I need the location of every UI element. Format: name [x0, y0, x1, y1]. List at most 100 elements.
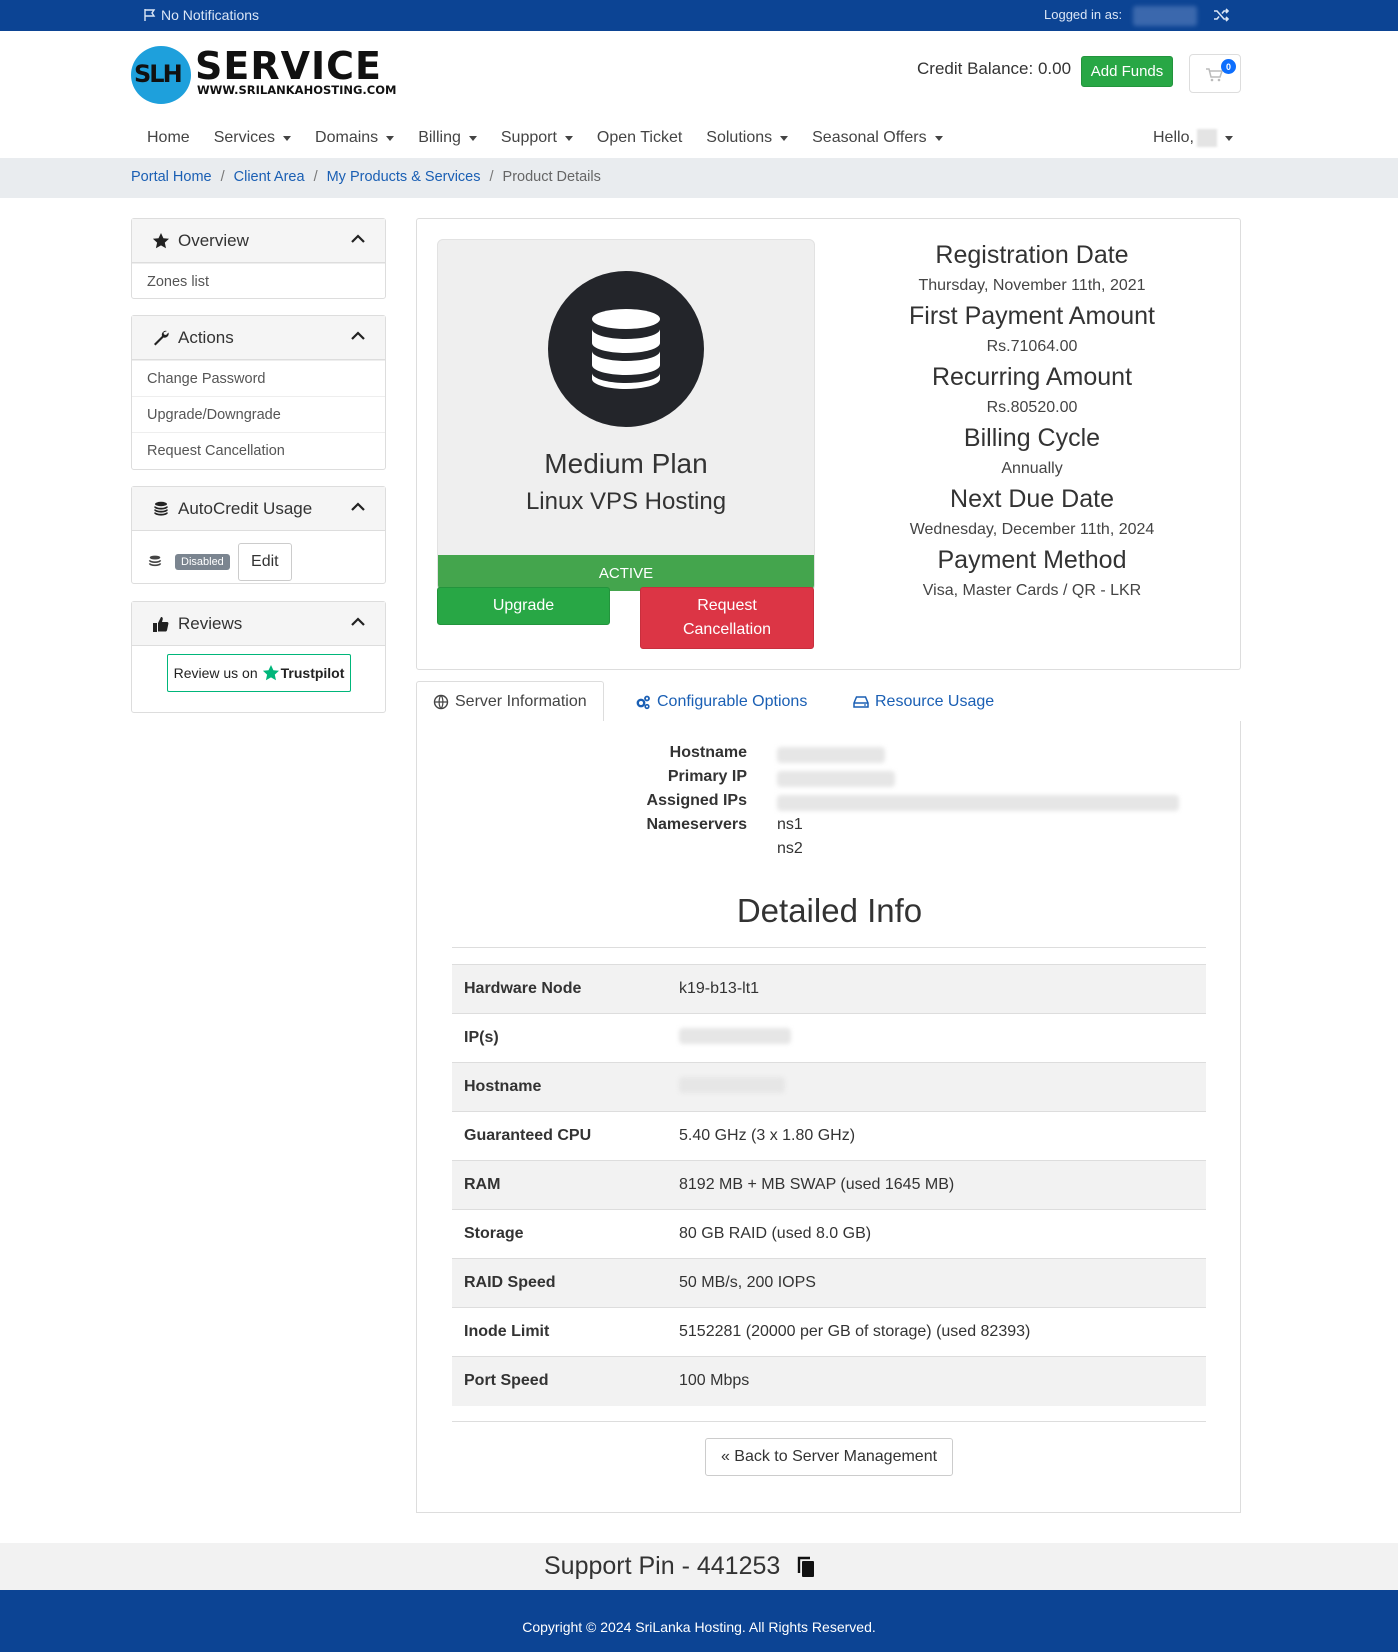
table-row: RAM 8192 MB + MB SWAP (used 1645 MB): [452, 1160, 1206, 1210]
registration-label: Next Due Date: [950, 485, 1114, 513]
copyright: Copyright © 2024 SriLanka Hosting. All R…: [522, 1619, 876, 1635]
notifications-link[interactable]: No Notifications: [143, 7, 259, 23]
detail-key: Port Speed: [452, 1356, 667, 1406]
registration-value: Visa, Master Cards / QR - LKR: [922, 582, 1142, 599]
nav-item-support[interactable]: Support: [501, 129, 573, 147]
tab-bar: Server Information Configurable Options …: [416, 681, 1241, 723]
chevron-up-icon[interactable]: [351, 331, 365, 341]
actions-title: Actions: [178, 327, 234, 347]
overview-header[interactable]: Overview: [132, 219, 385, 263]
nameserver-1: ns1: [777, 816, 803, 833]
nav-item-billing[interactable]: Billing: [418, 129, 477, 147]
detail-value: 50 MB/s, 200 IOPS: [667, 1258, 1206, 1308]
user-name-redacted[interactable]: [1133, 6, 1197, 26]
nav-item-home[interactable]: Home: [147, 129, 190, 147]
nav-item-solutions[interactable]: Solutions: [706, 129, 789, 147]
registration-label: Recurring Amount: [931, 363, 1133, 391]
overview-title: Overview: [178, 230, 249, 250]
tab-configurable-options[interactable]: Configurable Options: [635, 681, 807, 722]
hello-label: Hello,: [1153, 129, 1194, 146]
detail-value: 80 GB RAID (used 8.0 GB): [667, 1209, 1206, 1259]
star-icon: [152, 232, 169, 248]
hostname-value-redacted: [777, 747, 885, 768]
detail-key: IP(s): [452, 1013, 667, 1063]
cart-icon: [1206, 68, 1223, 82]
table-row: Guaranteed CPU 5.40 GHz (3 x 1.80 GHz): [452, 1111, 1206, 1161]
registration-value: Thursday, November 11th, 2021: [918, 277, 1146, 294]
support-pin: Support Pin - 441253: [544, 1552, 781, 1580]
add-funds-button[interactable]: Add Funds: [1081, 56, 1173, 87]
autocredit-panel: AutoCredit Usage Disabled Edit: [131, 486, 386, 584]
chevron-down-icon: [1224, 135, 1233, 141]
reviews-title: Reviews: [178, 613, 243, 633]
copy-icon[interactable]: [796, 1555, 816, 1579]
detail-key: Hostname: [452, 1062, 667, 1112]
wrench-icon: [154, 330, 169, 345]
autocredit-row: Disabled Edit: [147, 543, 292, 581]
autocredit-status-badge: Disabled: [175, 554, 230, 570]
chevron-down-icon: [386, 135, 395, 141]
detail-key: RAM: [452, 1160, 667, 1210]
registration-value: Rs.80520.00: [986, 399, 1078, 416]
request-cancellation-button[interactable]: Request Cancellation: [640, 587, 814, 649]
detail-value: 100 Mbps: [667, 1356, 1206, 1406]
detail-value-redacted: [667, 1062, 1206, 1112]
breadcrumb: Portal Home / Client Area / My Products & Se…: [0, 158, 1398, 198]
logo[interactable]: SLH SERVICE WWW.SRILANKAHOSTING.COM: [131, 45, 396, 105]
back-to-server-management-button[interactable]: « Back to Server Management: [705, 1438, 953, 1476]
breadcrumb-item[interactable]: Portal Home: [131, 169, 212, 185]
trustpilot-label: Trustpilot: [280, 665, 345, 681]
chevron-up-icon[interactable]: [351, 502, 365, 512]
table-row: Inode Limit 5152281 (20000 per GB of stor…: [452, 1307, 1206, 1357]
upgrade-button[interactable]: Upgrade: [437, 587, 610, 625]
breadcrumb-separator: /: [489, 169, 494, 185]
hdd-icon: [853, 695, 869, 708]
thumbs-up-icon: [153, 616, 169, 632]
breadcrumb-item[interactable]: My Products & Services: [327, 169, 481, 185]
trustpilot-review-button[interactable]: Review us on Trustpilot: [167, 654, 351, 692]
divider: [452, 1421, 1206, 1422]
reviews-header[interactable]: Reviews: [132, 602, 385, 646]
chevron-up-icon[interactable]: [351, 234, 365, 244]
overview-panel: Overview Zones list: [131, 218, 386, 299]
review-us-label: Review us on: [173, 665, 258, 681]
coins-icon: [148, 555, 162, 567]
chevron-down-icon: [564, 135, 573, 141]
sidebar-item-request-cancellation[interactable]: Request Cancellation: [132, 432, 385, 468]
user-menu[interactable]: Hello,: [1153, 129, 1233, 147]
breadcrumb-item[interactable]: Client Area: [234, 169, 305, 185]
chevron-down-icon: [283, 135, 292, 141]
divider: [452, 947, 1206, 948]
tab-resource-usage[interactable]: Resource Usage: [853, 681, 994, 722]
primary-ip-label: Primary IP: [667, 768, 747, 785]
user-name-redacted: [1196, 129, 1217, 147]
coins-icon: [154, 501, 168, 516]
table-row: IP(s): [452, 1013, 1206, 1063]
globe-icon: [433, 694, 449, 710]
nav-item-open-ticket[interactable]: Open Ticket: [597, 129, 682, 147]
cart-button[interactable]: 0: [1189, 54, 1241, 93]
nav-item-domains[interactable]: Domains: [315, 129, 395, 147]
detail-key: Guaranteed CPU: [452, 1111, 667, 1161]
nav-item-services[interactable]: Services: [214, 129, 292, 147]
logged-in-label: Logged in as:: [1044, 7, 1123, 22]
cogs-icon: [636, 695, 650, 709]
detailed-info-table: Hardware Node k19-b13-lt1 IP(s) Hostname Gua…: [452, 964, 1206, 1406]
registration-label: Registration Date: [935, 241, 1129, 269]
tab-server-information[interactable]: Server Information: [416, 681, 604, 723]
autocredit-edit-button[interactable]: Edit: [237, 543, 292, 581]
chevron-up-icon[interactable]: [351, 617, 365, 627]
sidebar-item-zones-list[interactable]: Zones list: [132, 263, 385, 299]
table-row: Hostname: [452, 1062, 1206, 1112]
shuffle-icon[interactable]: [1212, 6, 1230, 24]
registration-value: Rs.71064.00: [986, 338, 1078, 355]
autocredit-header[interactable]: AutoCredit Usage: [132, 487, 385, 531]
sidebar-item-change-password[interactable]: Change Password: [132, 360, 385, 396]
actions-header[interactable]: Actions: [132, 316, 385, 360]
nameservers-label: Nameservers: [646, 816, 747, 833]
nav-item-seasonal-offers[interactable]: Seasonal Offers: [812, 129, 943, 147]
cart-count-badge: 0: [1221, 59, 1236, 74]
chevron-down-icon: [468, 135, 477, 141]
sidebar-item-upgrade-downgrade[interactable]: Upgrade/Downgrade: [132, 396, 385, 432]
trustpilot-star-icon: [262, 665, 279, 681]
